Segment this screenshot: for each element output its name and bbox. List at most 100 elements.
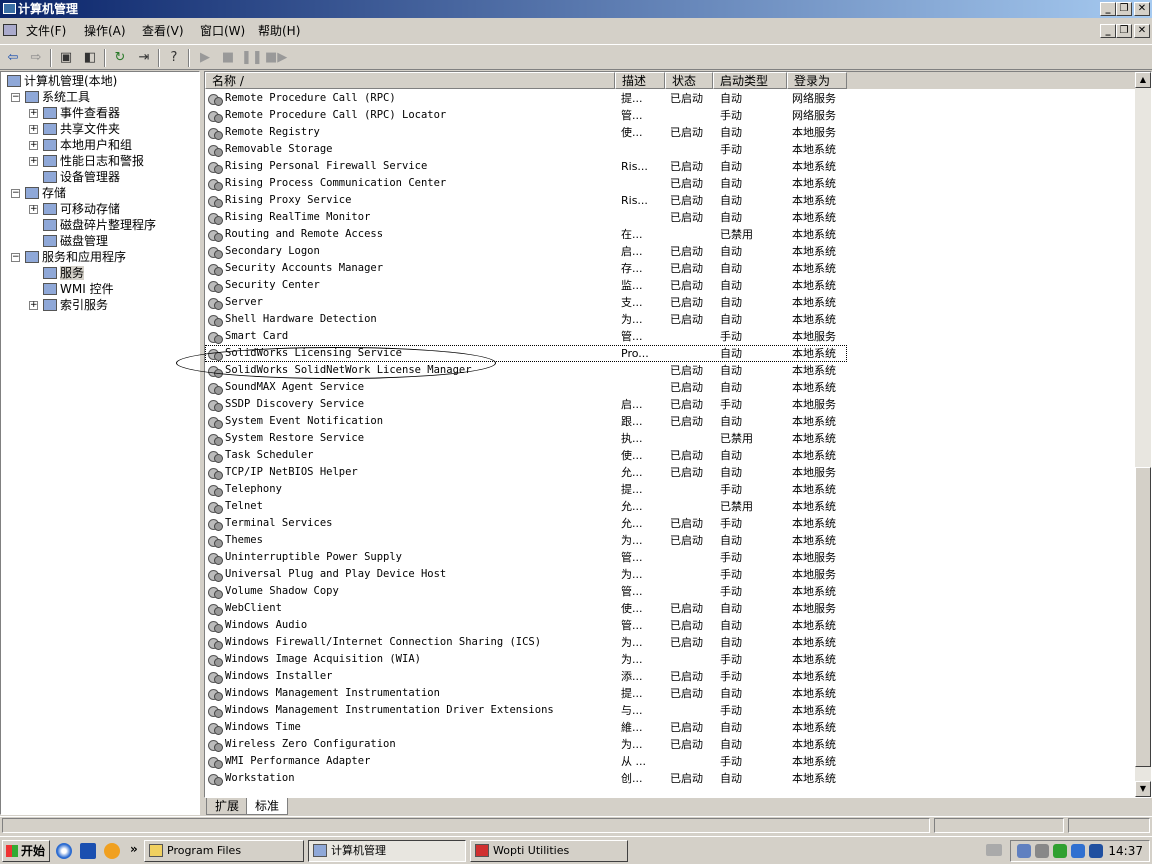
column-log-on-as[interactable]: 登录为 bbox=[787, 72, 847, 89]
service-row[interactable]: Task Scheduler 使... 已启动 自动 本地系统 bbox=[205, 447, 1140, 464]
tree-expander[interactable]: + bbox=[29, 125, 38, 134]
service-row[interactable]: Routing and Remote Access 在... 已禁用 本地系统 bbox=[205, 226, 1140, 243]
scroll-down-arrow-icon[interactable]: ▼ bbox=[1135, 781, 1151, 797]
column-description[interactable]: 描述 bbox=[615, 72, 665, 89]
tree-expander[interactable]: + bbox=[29, 301, 38, 310]
service-row[interactable]: SolidWorks SolidNetWork License Manager 已… bbox=[205, 362, 1140, 379]
media-player-icon[interactable] bbox=[56, 843, 72, 859]
tree-node[interactable]: 性能日志和警报 bbox=[43, 153, 144, 169]
service-row[interactable]: TCP/IP NetBIOS Helper 允... 已启动 自动 本地服务 bbox=[205, 464, 1140, 481]
service-row[interactable]: Rising Personal Firewall Service Ris... 已启… bbox=[205, 158, 1140, 175]
shield-icon[interactable] bbox=[1089, 844, 1103, 858]
pause-service-icon[interactable]: ❚❚ bbox=[241, 48, 263, 68]
service-row[interactable]: SoundMAX Agent Service 已启动 自动 本地系统 bbox=[205, 379, 1140, 396]
service-row[interactable]: Windows Firewall/Internet Connection Sha… bbox=[205, 634, 1140, 651]
task-wopti-utilities[interactable]: Wopti Utilities bbox=[470, 840, 628, 862]
tree-node[interactable]: 存储 bbox=[25, 185, 66, 201]
service-row[interactable]: Windows Management Instrumentation Drive… bbox=[205, 702, 1140, 719]
tree-expander[interactable]: + bbox=[29, 205, 38, 214]
tree-node[interactable]: 服务 bbox=[43, 265, 85, 281]
service-row[interactable]: Windows Management Instrumentation 提... 已启… bbox=[205, 685, 1140, 702]
tree-expander[interactable]: − bbox=[11, 253, 20, 262]
menu-file[interactable]: 文件(F) bbox=[26, 20, 66, 42]
child-close-button[interactable]: ✕ bbox=[1134, 24, 1150, 38]
service-row[interactable]: Windows Image Acquisition (WIA) 为... 手动 本地系… bbox=[205, 651, 1140, 668]
service-row[interactable]: Remote Procedure Call (RPC) 提... 已启动 自动 网络服务 bbox=[205, 90, 1140, 107]
service-row[interactable]: System Event Notification 跟... 已启动 自动 本地系统 bbox=[205, 413, 1140, 430]
child-restore-button[interactable]: ❐ bbox=[1116, 24, 1132, 38]
task-program-files[interactable]: Program Files bbox=[144, 840, 304, 862]
service-row[interactable]: Shell Hardware Detection 为... 已启动 自动 本地系统 bbox=[205, 311, 1140, 328]
tree-expander[interactable]: − bbox=[11, 189, 20, 198]
volume-icon[interactable] bbox=[1035, 844, 1049, 858]
tree-node[interactable]: 计算机管理(本地) bbox=[7, 73, 117, 89]
up-folder-icon[interactable]: ▣ bbox=[56, 48, 76, 68]
antivirus-icon[interactable] bbox=[1071, 844, 1085, 858]
title-bar[interactable]: 计算机管理 _ ❐ ✕ bbox=[0, 0, 1152, 18]
service-row[interactable]: Server 支... 已启动 自动 本地系统 bbox=[205, 294, 1140, 311]
service-row[interactable]: Windows Time 維... 已启动 自动 本地系统 bbox=[205, 719, 1140, 736]
service-row[interactable]: Remote Registry 使... 已启动 自动 本地服务 bbox=[205, 124, 1140, 141]
service-row[interactable]: Terminal Services 允... 已启动 手动 本地系统 bbox=[205, 515, 1140, 532]
menu-view[interactable]: 查看(V) bbox=[142, 20, 184, 42]
update-icon[interactable] bbox=[1053, 844, 1067, 858]
task-computer-management[interactable]: 计算机管理 bbox=[308, 840, 466, 862]
tree-node[interactable]: 共享文件夹 bbox=[43, 121, 120, 137]
quick-launch-app-icon[interactable] bbox=[80, 843, 96, 859]
menu-window[interactable]: 窗口(W) bbox=[200, 20, 245, 42]
network-icon[interactable] bbox=[1017, 844, 1031, 858]
tree-node[interactable]: 磁盘管理 bbox=[43, 233, 108, 249]
service-row[interactable]: Secondary Logon 启... 已启动 自动 本地系统 bbox=[205, 243, 1140, 260]
show-hide-tree-icon[interactable]: ◧ bbox=[80, 48, 100, 68]
scroll-up-arrow-icon[interactable]: ▲ bbox=[1135, 72, 1151, 88]
start-service-icon[interactable]: ▶ bbox=[195, 48, 215, 68]
service-row[interactable]: Smart Card 管... 手动 本地服务 bbox=[205, 328, 1140, 345]
stop-service-icon[interactable]: ■ bbox=[218, 48, 238, 68]
tree-node[interactable]: WMI 控件 bbox=[43, 281, 114, 297]
service-row[interactable]: Volume Shadow Copy 管... 手动 本地系统 bbox=[205, 583, 1140, 600]
vertical-scrollbar[interactable]: ▲ ▼ bbox=[1135, 72, 1151, 797]
service-row[interactable]: Removable Storage 手动 本地系统 bbox=[205, 141, 1140, 158]
service-row[interactable]: Security Center 监... 已启动 自动 本地系统 bbox=[205, 277, 1140, 294]
service-row[interactable]: Uninterruptible Power Supply 管... 手动 本地服务 bbox=[205, 549, 1140, 566]
tree-node[interactable]: 系统工具 bbox=[25, 89, 90, 105]
service-row[interactable]: System Restore Service 执... 已禁用 本地系统 bbox=[205, 430, 1140, 447]
service-row[interactable]: Universal Plug and Play Device Host 为... 手… bbox=[205, 566, 1140, 583]
service-row[interactable]: Rising Proxy Service Ris... 已启动 自动 本地系统 bbox=[205, 192, 1140, 209]
restore-button[interactable]: ❐ bbox=[1116, 2, 1132, 16]
service-row[interactable]: Windows Audio 管... 已启动 自动 本地系统 bbox=[205, 617, 1140, 634]
back-arrow-icon[interactable]: ⇦ bbox=[3, 48, 23, 68]
menu-action[interactable]: 操作(A) bbox=[84, 20, 126, 42]
minimize-button[interactable]: _ bbox=[1100, 2, 1116, 16]
service-row[interactable]: Telephony 提... 手动 本地系统 bbox=[205, 481, 1140, 498]
tree-expander[interactable]: + bbox=[29, 157, 38, 166]
overflow-chevron[interactable]: » bbox=[130, 842, 138, 856]
tree-node[interactable]: 事件查看器 bbox=[43, 105, 120, 121]
column-status[interactable]: 状态 bbox=[665, 72, 713, 89]
export-list-icon[interactable]: ⇥ bbox=[134, 48, 154, 68]
scroll-thumb[interactable] bbox=[1135, 467, 1151, 767]
tree-expander[interactable]: + bbox=[29, 141, 38, 150]
close-button[interactable]: ✕ bbox=[1134, 2, 1150, 16]
mmc-doc-icon[interactable] bbox=[3, 24, 17, 36]
tree-expander[interactable]: − bbox=[11, 93, 20, 102]
menu-help[interactable]: 帮助(H) bbox=[258, 20, 300, 42]
service-row[interactable]: Remote Procedure Call (RPC) Locator 管... 手… bbox=[205, 107, 1140, 124]
child-minimize-button[interactable]: _ bbox=[1100, 24, 1116, 38]
tree-node[interactable]: 服务和应用程序 bbox=[25, 249, 126, 265]
clock[interactable]: 14:37 bbox=[1108, 841, 1143, 861]
service-row[interactable]: WebClient 使... 已启动 自动 本地服务 bbox=[205, 600, 1140, 617]
service-row[interactable]: Telnet 允... 已禁用 本地系统 bbox=[205, 498, 1140, 515]
service-row[interactable]: WMI Performance Adapter 从 ... 手动 本地系统 bbox=[205, 753, 1140, 770]
tab-standard[interactable]: 标准 bbox=[246, 798, 289, 815]
column-startup-type[interactable]: 启动类型 bbox=[713, 72, 787, 89]
service-row[interactable]: Rising Process Communication Center 已启动 自动… bbox=[205, 175, 1140, 192]
service-row[interactable]: Wireless Zero Configuration 为... 已启动 自动 本地系统 bbox=[205, 736, 1140, 753]
restart-service-icon[interactable]: ■▶ bbox=[265, 48, 287, 68]
service-row[interactable]: SolidWorks Licensing Service Pro... 自动 本地系统 bbox=[205, 345, 847, 362]
service-row[interactable]: Themes 为... 已启动 自动 本地系统 bbox=[205, 532, 1140, 549]
start-button[interactable]: 开始 bbox=[2, 840, 50, 862]
tree-node[interactable]: 本地用户和组 bbox=[43, 137, 132, 153]
tree-node[interactable]: 磁盘碎片整理程序 bbox=[43, 217, 156, 233]
help-icon[interactable]: ? bbox=[164, 48, 184, 68]
